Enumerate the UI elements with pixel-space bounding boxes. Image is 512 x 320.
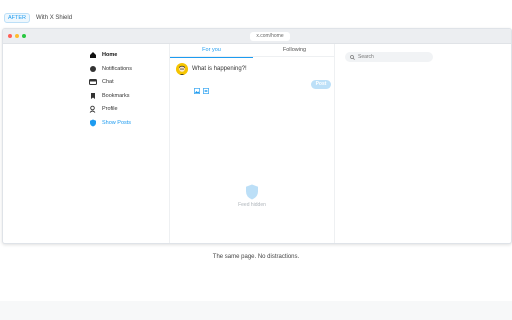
sidebar-item-label: Home — [102, 52, 118, 58]
bottom-caption: The same page. No distractions. — [212, 254, 300, 260]
sidebar-item-notifications[interactable]: Notifications — [89, 64, 132, 74]
shield-icon — [246, 184, 258, 200]
feed-hidden-notice: Feed hidden — [170, 184, 334, 208]
sidebar-item-label: Notifications — [102, 66, 132, 72]
sidebar-item-profile[interactable]: Profile — [89, 104, 118, 114]
chat-icon — [89, 78, 97, 86]
sidebar-item-label: Chat — [102, 79, 114, 85]
compose-input[interactable]: What is happening?! — [192, 66, 247, 72]
feed-hidden-text: Feed hidden — [238, 202, 266, 208]
top-caption: With X Shield — [36, 15, 73, 21]
gif-icon[interactable] — [202, 81, 210, 95]
minimize-dot[interactable] — [15, 34, 19, 38]
tab-following[interactable]: Following — [253, 44, 336, 57]
post-composer: What is happening?! Post — [170, 57, 334, 95]
footer-band — [0, 301, 512, 320]
sidebar-item-home[interactable]: Home — [89, 50, 117, 60]
shield-icon — [89, 119, 97, 127]
image-icon[interactable] — [193, 81, 201, 95]
bell-icon — [89, 65, 97, 73]
browser-titlebar: x.com/home — [3, 29, 511, 44]
post-button[interactable]: Post — [311, 80, 331, 89]
address-bar[interactable]: x.com/home — [250, 32, 290, 41]
top-row: AFTER With X Shield — [4, 13, 72, 23]
person-icon — [89, 105, 97, 113]
search-input[interactable]: Search — [345, 52, 433, 62]
right-panel: Search — [335, 44, 511, 243]
close-dot[interactable] — [8, 34, 12, 38]
sidebar-item-label: Profile — [102, 106, 118, 112]
avatar[interactable] — [176, 63, 188, 75]
tab-for-you[interactable]: For you — [170, 44, 253, 58]
bookmark-icon — [89, 92, 97, 100]
sidebar-item-label: Bookmarks — [102, 93, 130, 99]
sidebar-item-show-posts[interactable]: Show Posts — [89, 118, 131, 128]
sidebar-item-bookmarks[interactable]: Bookmarks — [89, 91, 130, 101]
search-icon — [350, 54, 355, 60]
maximize-dot[interactable] — [22, 34, 26, 38]
sidebar-item-label: Show Posts — [102, 120, 132, 126]
left-sidebar: Home Notifications Chat Bookmarks Profil… — [3, 44, 169, 243]
page-content: Home Notifications Chat Bookmarks Profil… — [3, 44, 511, 243]
feed-tabs: For you Following — [170, 44, 336, 58]
main-feed: For you Following What is happening?! Po… — [169, 44, 335, 243]
home-icon — [89, 51, 97, 59]
browser-window: x.com/home Home Notifications Chat Bookm… — [2, 28, 512, 244]
search-placeholder: Search — [358, 54, 374, 60]
after-badge: AFTER — [4, 13, 31, 23]
sidebar-item-chat[interactable]: Chat — [89, 77, 114, 87]
